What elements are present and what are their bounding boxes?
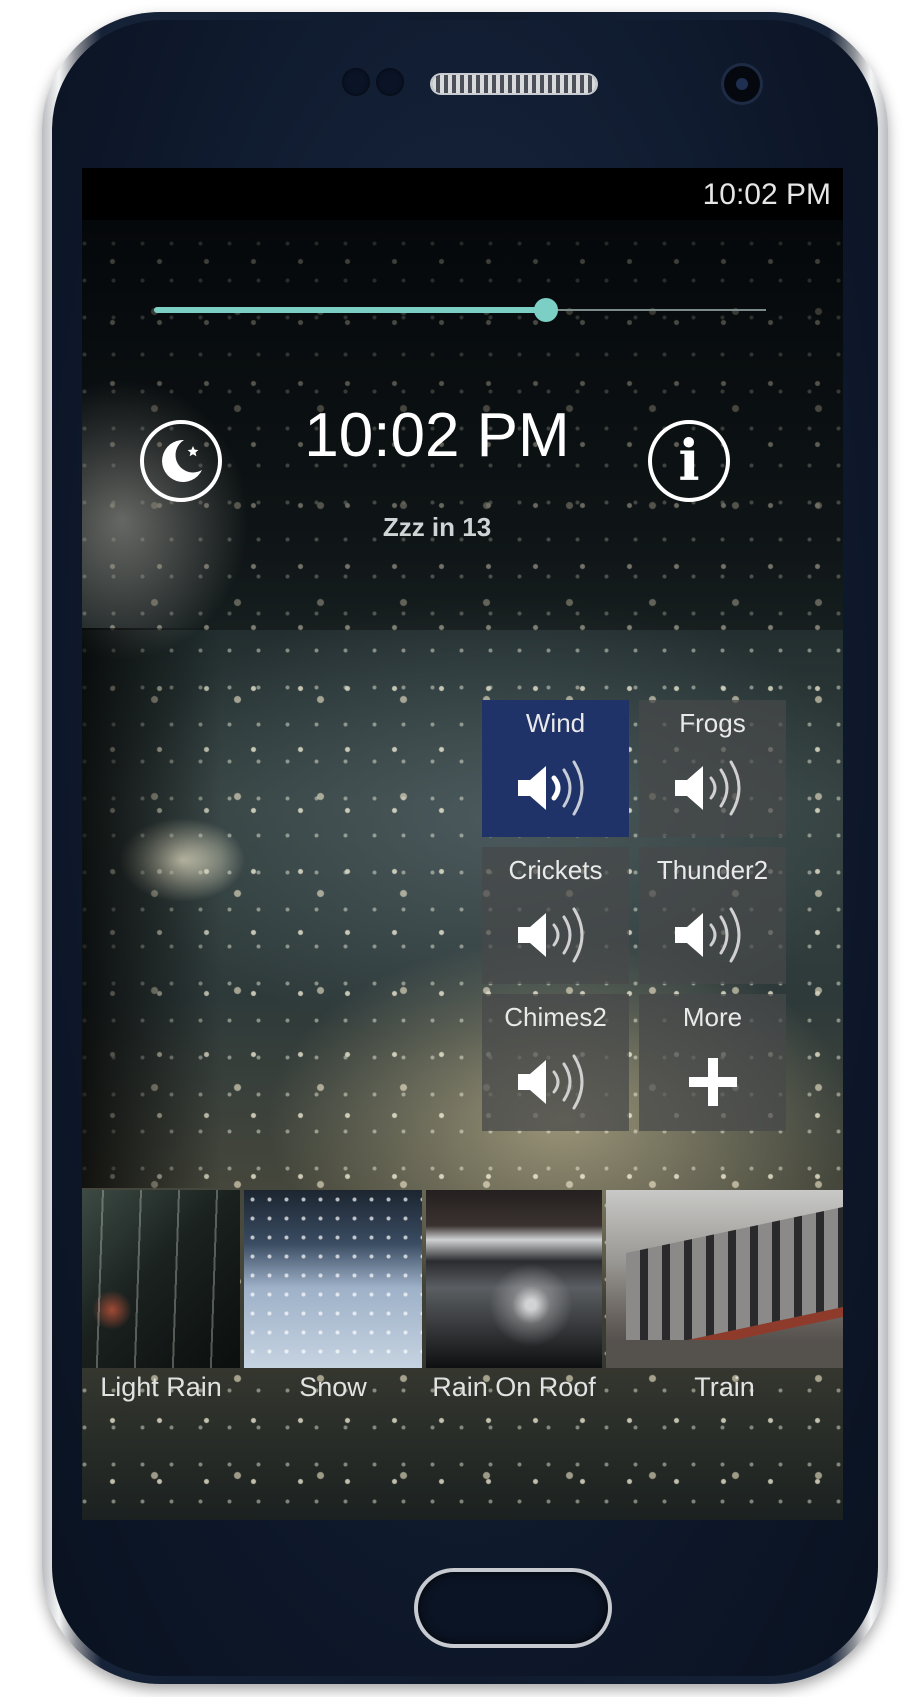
clock-display: 10:02 PM (304, 401, 570, 470)
home-button[interactable] (418, 1572, 608, 1644)
scene-label: Rain On Roof (432, 1372, 596, 1402)
sensor-dots (342, 68, 412, 96)
sound-tile-label: Crickets (508, 855, 603, 885)
info-icon: i (678, 428, 700, 494)
speaker-icon (675, 907, 741, 963)
sound-tile-wind[interactable]: Wind (482, 700, 629, 837)
sound-tile-label: More (682, 1002, 743, 1032)
sound-tile-label: Wind (525, 708, 586, 738)
scene-thumbnail-light-rain[interactable] (82, 1190, 240, 1368)
scene-label: Light Rain (100, 1372, 222, 1402)
scene-thumbnail-snow[interactable] (244, 1190, 422, 1368)
scene-thumbnail-rain-on-roof[interactable] (426, 1190, 602, 1368)
background-shadow (82, 628, 222, 1188)
speaker-icon (675, 760, 741, 816)
sound-tile-label: Thunder2 (656, 855, 769, 885)
sensor-dot (342, 68, 370, 96)
front-camera (724, 66, 760, 102)
sound-tile-crickets[interactable]: Crickets (482, 847, 629, 984)
info-button[interactable]: i (648, 420, 730, 502)
sound-tile-label: Chimes2 (504, 1002, 607, 1032)
app-screen: 10:02 PM 10:02 PM i Zzz in 13 Wind Frogs (82, 168, 843, 1520)
scene-thumbnail-train[interactable] (606, 1190, 843, 1368)
more-sounds-button[interactable]: More (639, 994, 786, 1131)
plus-icon (689, 1058, 737, 1106)
sleep-countdown: Zzz in 13 (382, 512, 492, 542)
earpiece-speaker (432, 75, 596, 93)
volume-slider[interactable] (154, 298, 766, 322)
scene-label: Snow (299, 1372, 367, 1402)
scene-label: Train (694, 1372, 755, 1402)
slider-thumb[interactable] (533, 298, 558, 322)
moon-icon (162, 439, 202, 482)
status-time: 10:02 PM (702, 178, 831, 211)
sensor-dot (376, 68, 404, 96)
sleep-timer-button[interactable] (140, 420, 222, 502)
sound-tile-label: Frogs (679, 708, 746, 738)
sound-tile-frogs[interactable]: Frogs (639, 700, 786, 837)
sound-tile-thunder2[interactable]: Thunder2 (639, 847, 786, 984)
status-bar: 10:02 PM (82, 168, 843, 220)
sound-tile-chimes2[interactable]: Chimes2 (482, 994, 629, 1131)
speaker-icon (518, 1054, 584, 1110)
slider-fill (154, 307, 546, 313)
speaker-icon (518, 907, 584, 963)
speaker-icon (518, 760, 584, 816)
